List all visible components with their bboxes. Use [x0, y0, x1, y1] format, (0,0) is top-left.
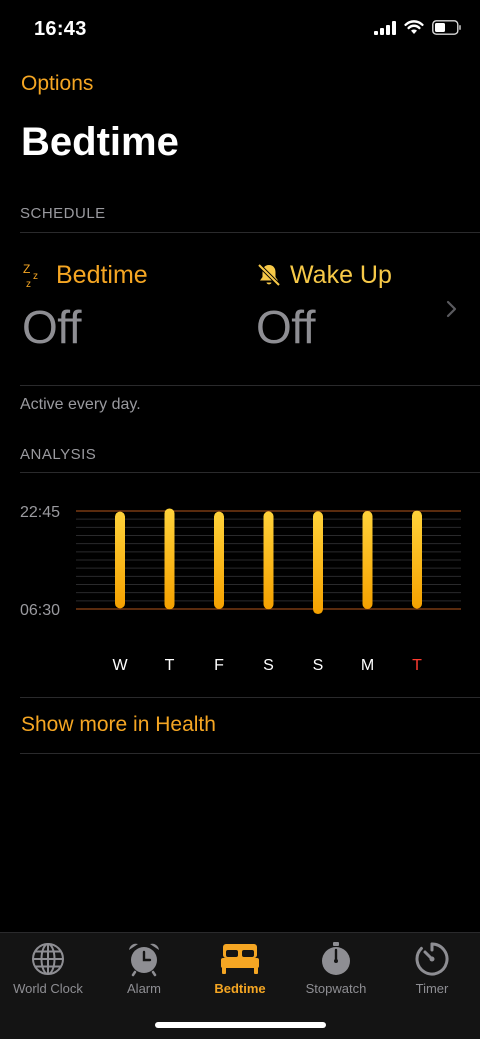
sleep-bar [313, 511, 323, 615]
svg-text:z: z [33, 271, 38, 282]
wakeup-value: Off [256, 301, 316, 353]
tab-world-clock[interactable]: World Clock [0, 939, 96, 996]
day-label: M [361, 657, 374, 674]
svg-text:z: z [26, 279, 31, 289]
tab-label: Alarm [127, 981, 161, 996]
bedtime-label: Bedtime [56, 260, 148, 289]
tab-label: Stopwatch [305, 981, 367, 996]
options-button[interactable]: Options [21, 72, 93, 96]
stopwatch-icon [322, 942, 350, 975]
day-label: T [412, 657, 422, 674]
tab-label: World Clock [13, 981, 83, 996]
show-more-in-health-link[interactable]: Show more in Health [21, 713, 216, 737]
analysis-section-header: ANALYSIS [20, 446, 97, 463]
day-label: F [214, 657, 224, 674]
divider [20, 385, 480, 386]
tab-label: Timer [415, 981, 449, 996]
tab-bedtime[interactable]: Bedtime [192, 939, 288, 996]
sleep-bar [115, 511, 125, 609]
wakeup-schedule: Wake Up Off [256, 258, 392, 354]
schedule-row[interactable]: Z z z Bedtime Off Wake Up Off [0, 234, 480, 386]
divider [20, 232, 480, 233]
y-tick-label-bottom: 06:30 [20, 602, 60, 619]
bedtime-schedule: Z z z Bedtime Off [22, 258, 148, 354]
day-label: S [263, 657, 274, 674]
sleep-bar [412, 510, 422, 609]
day-label: S [313, 657, 324, 674]
schedule-section-header: SCHEDULE [20, 205, 106, 222]
day-label: W [112, 657, 128, 674]
cellular-signal-icon [374, 20, 396, 35]
wakeup-label-row: Wake Up [256, 258, 392, 292]
day-label: T [165, 657, 175, 674]
sleep-bar [214, 511, 224, 609]
status-time: 16:43 [34, 18, 87, 40]
bedtime-value: Off [22, 301, 82, 353]
tab-alarm[interactable]: Alarm [96, 939, 192, 996]
wifi-icon [404, 20, 424, 34]
bedtime-label-row: Z z z Bedtime [22, 258, 148, 292]
tab-stopwatch[interactable]: Stopwatch [288, 939, 384, 996]
wakeup-label: Wake Up [290, 260, 392, 289]
zzz-icon: Z z z [23, 262, 38, 289]
tab-timer[interactable]: Timer [384, 939, 480, 996]
bell-slash-icon [257, 263, 281, 287]
chevron-right-icon [446, 300, 457, 318]
alarm-clock-icon [129, 943, 159, 977]
status-icons [374, 20, 462, 35]
globe-icon [32, 943, 64, 975]
battery-icon [432, 20, 461, 35]
divider [20, 472, 480, 473]
y-tick-label-top: 22:45 [20, 504, 60, 521]
sleep-analysis-chart: 22:45 06:30 W T F S S M T [20, 504, 461, 674]
home-indicator[interactable] [155, 1022, 326, 1028]
svg-text:Z: Z [23, 262, 30, 276]
sleep-bar [362, 511, 373, 609]
bed-icon [221, 944, 259, 974]
page-title: Bedtime [21, 120, 179, 164]
divider [20, 753, 480, 754]
status-bar: 16:43 [0, 0, 480, 60]
bedtime-screen: 16:43 Options Bedtime SCHEDULE Z z z Bed… [0, 0, 480, 1039]
active-schedule-text: Active every day. [20, 396, 141, 413]
tab-label: Bedtime [214, 981, 266, 996]
sleep-bar [164, 508, 175, 610]
timer-icon [415, 942, 449, 976]
sleep-bar [263, 511, 274, 610]
divider [20, 697, 480, 698]
